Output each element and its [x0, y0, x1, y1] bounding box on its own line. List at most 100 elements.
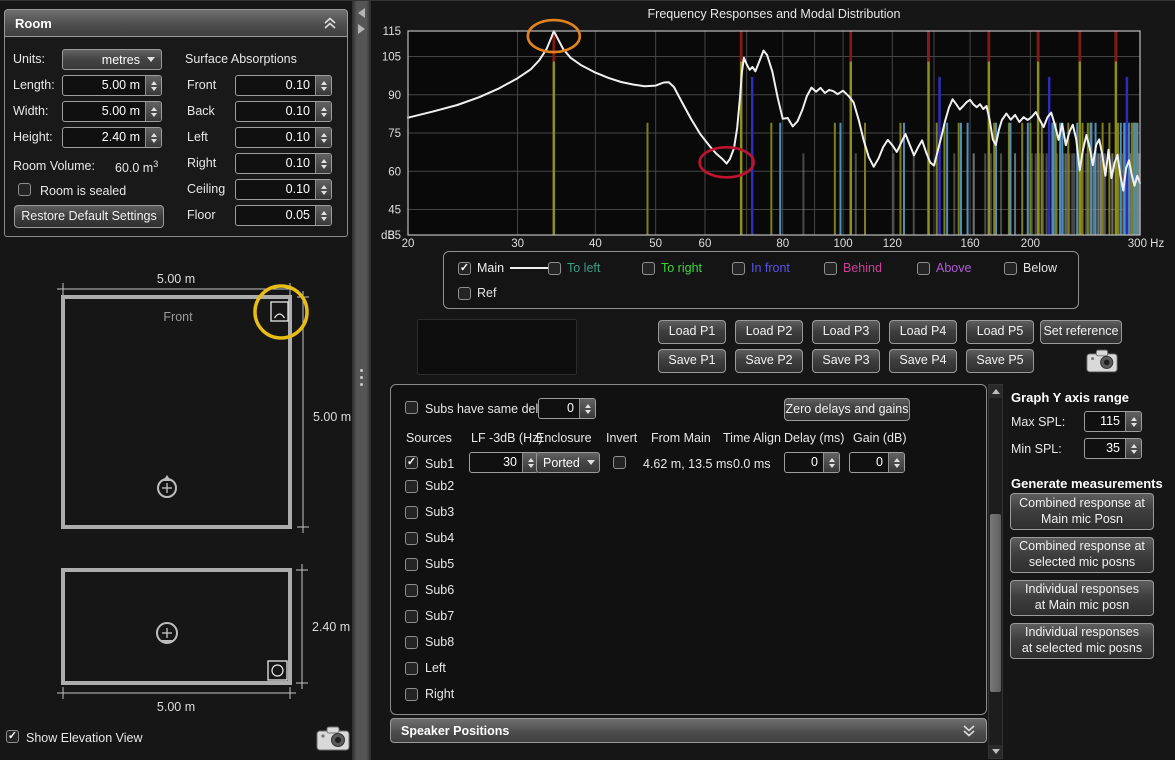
save-preset-row: Save P1 Save P2 Save P3 Save P4 Save P5 [658, 349, 1034, 373]
subs-same-delay-spinner[interactable] [579, 399, 595, 418]
splitter-grip[interactable] [360, 365, 363, 390]
expand-down-icon[interactable] [962, 724, 976, 737]
expand-right-icon[interactable] [358, 24, 365, 34]
sub1-invert-checkbox[interactable] [613, 456, 626, 469]
main-checkbox[interactable] [458, 262, 471, 275]
max-spl-field[interactable]: 115 [1084, 411, 1142, 432]
units-dropdown[interactable]: metres [62, 49, 162, 70]
zero-delays-gains-button[interactable]: Zero delays and gains [784, 398, 910, 421]
sub1-gain-spinner[interactable] [888, 453, 904, 472]
absorption-back-spinner[interactable] [315, 102, 331, 121]
absorption-right-spinner[interactable] [315, 154, 331, 173]
length-spinner[interactable] [145, 76, 161, 95]
panel-splitter[interactable] [352, 1, 371, 760]
sub7-checkbox[interactable] [405, 610, 418, 623]
individual-selected-mics-button[interactable]: Individual responses at selected mic pos… [1010, 623, 1154, 659]
svg-text:20: 20 [402, 238, 415, 249]
absorption-floor-field[interactable]: 0.05 [235, 205, 332, 226]
capture-chart-button[interactable] [1086, 348, 1118, 376]
svg-text:50: 50 [649, 238, 662, 249]
absorption-right-field[interactable]: 0.10 [235, 153, 332, 174]
absorption-front-spinner[interactable] [315, 76, 331, 95]
height-field[interactable]: 2.40 m [62, 127, 162, 148]
height-label: Height: [13, 130, 53, 144]
listener-icon-top-view[interactable] [158, 475, 176, 497]
absorption-floor-spinner[interactable] [315, 206, 331, 225]
svg-text:dB: dB [381, 230, 395, 242]
sub3-checkbox[interactable] [405, 506, 418, 519]
right-scrollbar[interactable] [988, 384, 1003, 759]
sub1-icon-elevation[interactable] [268, 661, 287, 680]
capture-room-view-button[interactable] [316, 725, 350, 754]
load-p4-button[interactable]: Load P4 [889, 320, 957, 344]
load-p3-button[interactable]: Load P3 [812, 320, 880, 344]
absorption-back-field[interactable]: 0.10 [235, 101, 332, 122]
width-spinner[interactable] [145, 102, 161, 121]
combined-main-mic-button[interactable]: Combined response at Main mic Posn [1010, 493, 1154, 530]
sub1-enclosure-dropdown[interactable]: Ported [536, 452, 600, 473]
listener-icon-elevation[interactable] [157, 623, 177, 643]
absorption-ceiling-spinner[interactable] [315, 180, 331, 199]
room-panel-header[interactable]: Room [4, 9, 348, 37]
height-spinner[interactable] [145, 128, 161, 147]
set-reference-button[interactable]: Set reference [1040, 320, 1122, 344]
sub6-checkbox[interactable] [405, 584, 418, 597]
sub1-delay-field[interactable]: 0 [784, 452, 840, 473]
top-view-room [63, 297, 290, 527]
to-left-checkbox[interactable] [548, 262, 561, 275]
speaker-positions-header[interactable]: Speaker Positions [390, 718, 987, 743]
load-p2-button[interactable]: Load P2 [735, 320, 803, 344]
sub1-gain-field[interactable]: 0 [849, 452, 905, 473]
left-checkbox[interactable] [405, 662, 418, 675]
sub1-checkbox[interactable] [405, 456, 418, 469]
time-align-header: Time Align [723, 431, 781, 445]
behind-checkbox[interactable] [824, 262, 837, 275]
sub5-checkbox[interactable] [405, 558, 418, 571]
right-checkbox[interactable] [405, 688, 418, 701]
absorption-left-label: Left [187, 130, 208, 144]
load-p5-button[interactable]: Load P5 [966, 320, 1034, 344]
camera-icon [1086, 348, 1118, 373]
to-right-checkbox[interactable] [642, 262, 655, 275]
gain-header: Gain (dB) [853, 431, 907, 445]
below-checkbox[interactable] [1004, 262, 1017, 275]
restore-defaults-button[interactable]: Restore Default Settings [14, 205, 164, 228]
max-spl-spinner[interactable] [1125, 412, 1141, 431]
collapse-up-icon[interactable] [323, 17, 337, 30]
sub8-checkbox[interactable] [405, 636, 418, 649]
absorption-left-spinner[interactable] [315, 128, 331, 147]
scroll-up-button[interactable] [989, 385, 1002, 398]
sub1-icon-top-view[interactable] [271, 302, 288, 321]
combined-selected-mics-button[interactable]: Combined response at selected mic posns [1010, 537, 1154, 573]
sub1-delay-spinner[interactable] [823, 453, 839, 472]
ref-checkbox[interactable] [458, 287, 471, 300]
absorption-left-field[interactable]: 0.10 [235, 127, 332, 148]
save-p5-button[interactable]: Save P5 [966, 349, 1034, 373]
subs-same-delay-field[interactable]: 0 [538, 398, 596, 419]
save-p3-button[interactable]: Save P3 [812, 349, 880, 373]
scroll-down-button[interactable] [989, 745, 1002, 758]
absorption-front-field[interactable]: 0.10 [235, 75, 332, 96]
chevron-down-icon [587, 460, 595, 465]
min-spl-spinner[interactable] [1125, 439, 1141, 458]
save-p1-button[interactable]: Save P1 [658, 349, 726, 373]
svg-text:200: 200 [1021, 238, 1040, 249]
above-checkbox[interactable] [917, 262, 930, 275]
collapse-left-icon[interactable] [358, 8, 365, 18]
in-front-checkbox[interactable] [732, 262, 745, 275]
save-p2-button[interactable]: Save P2 [735, 349, 803, 373]
show-elevation-checkbox[interactable] [6, 730, 19, 743]
sub4-checkbox[interactable] [405, 532, 418, 545]
length-field[interactable]: 5.00 m [62, 75, 162, 96]
absorption-ceiling-field[interactable]: 0.10 [235, 179, 332, 200]
individual-main-mic-button[interactable]: Individual responses at Main mic posn [1010, 580, 1154, 616]
save-p4-button[interactable]: Save P4 [889, 349, 957, 373]
room-sealed-checkbox[interactable] [18, 183, 31, 196]
sub1-lf-field[interactable]: 30 [469, 452, 539, 473]
min-spl-field[interactable]: 35 [1084, 438, 1142, 459]
load-p1-button[interactable]: Load P1 [658, 320, 726, 344]
subs-same-delay-checkbox[interactable] [405, 401, 418, 414]
width-field[interactable]: 5.00 m [62, 101, 162, 122]
scrollbar-thumb[interactable] [990, 514, 1001, 692]
sub2-checkbox[interactable] [405, 480, 418, 493]
